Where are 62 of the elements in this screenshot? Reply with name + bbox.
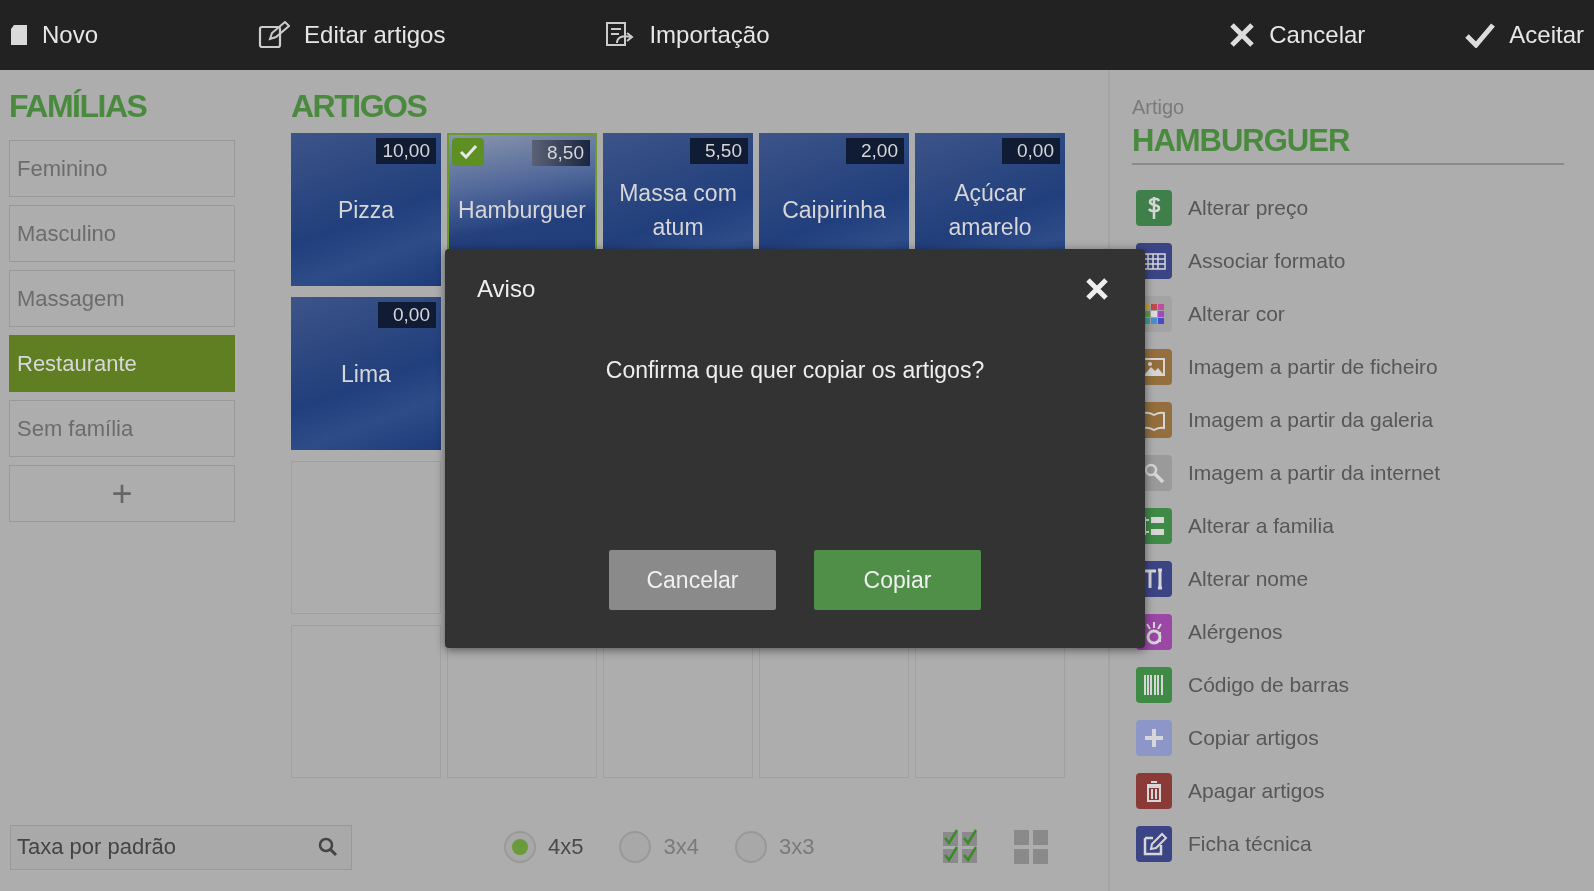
grid-icon — [1014, 830, 1049, 864]
edit-icon — [258, 21, 291, 49]
document-icon — [10, 24, 28, 46]
dollar-icon — [1136, 189, 1172, 226]
toolbar-button[interactable]: Importação — [605, 15, 770, 55]
price-tag: 0,00 — [378, 302, 436, 328]
action-link[interactable]: Alérgenos — [1188, 619, 1283, 644]
price-tag: 0,00 — [1002, 138, 1060, 164]
action-link[interactable]: Imagem a partir de ficheiro — [1188, 354, 1438, 379]
add-family-button[interactable]: + — [9, 465, 235, 522]
price-tag: 2,00 — [846, 138, 904, 164]
close-icon — [1085, 277, 1109, 301]
family-item[interactable]: Masculino — [9, 205, 235, 262]
trash-icon — [1136, 772, 1172, 809]
plus-icon — [1136, 719, 1172, 756]
family-item[interactable]: Sem família — [9, 400, 235, 457]
action-link[interactable]: Alterar preço — [1188, 195, 1309, 220]
section-title: FAMÍLIAS — [9, 87, 148, 126]
article-name: Massa com atum — [618, 178, 738, 242]
family-item[interactable]: Massagem — [9, 270, 235, 327]
toolbar-button[interactable]: Editar artigos — [258, 15, 446, 55]
action-link[interactable]: Alterar a familia — [1188, 513, 1334, 538]
item-title: HAMBURGUER — [1132, 119, 1564, 165]
action-link[interactable]: Associar formato — [1188, 248, 1346, 273]
article-name: Açúcar amarelo — [947, 178, 1033, 242]
article-name: Pizza — [336, 195, 396, 225]
toolbar-button[interactable]: Cancelar — [1229, 15, 1366, 55]
radio-label: 4x5 — [548, 834, 584, 860]
close-icon — [1229, 22, 1256, 48]
price-tag: 10,00 — [376, 138, 436, 164]
family-item[interactable]: Feminino — [9, 140, 235, 197]
action-link[interactable]: Ficha técnica — [1188, 831, 1312, 856]
article-name: Caipirinha — [781, 195, 887, 225]
cancel-button[interactable]: Cancelar — [609, 550, 776, 610]
action-link[interactable]: Imagem a partir da galeria — [1188, 407, 1434, 432]
copy-button[interactable]: Copiar — [814, 550, 981, 610]
radio-button[interactable] — [504, 831, 536, 863]
action-link[interactable]: Alterar nome — [1188, 566, 1309, 591]
article-name: Hamburguer — [457, 195, 587, 225]
action-link[interactable]: Apagar artigos — [1188, 778, 1325, 803]
check-icon — [1465, 22, 1496, 48]
tax-field[interactable]: Taxa por padrão — [10, 824, 352, 870]
barcode-icon — [1136, 666, 1172, 703]
dialog-message: Confirma que quer copiar os artigos? — [604, 357, 986, 384]
family-item[interactable]: Restaurante — [9, 335, 235, 392]
toolbar-button[interactable]: Aceitar — [1465, 15, 1584, 55]
toolbar-button[interactable]: Novo — [10, 15, 99, 55]
price-tag: 5,50 — [690, 138, 748, 164]
checkbox-icon — [452, 138, 484, 166]
article-tile[interactable]: 10,00 Pizza — [291, 133, 441, 286]
price-tag: 8,50 — [532, 140, 590, 166]
action-link[interactable]: Imagem a partir da internet — [1188, 460, 1441, 485]
action-link[interactable]: Alterar cor — [1188, 301, 1285, 326]
import-icon — [605, 21, 636, 49]
action-link[interactable]: Copiar artigos — [1188, 725, 1319, 750]
article-name: Lima — [340, 359, 392, 389]
section-title: ARTIGOS — [291, 87, 428, 126]
article-tile[interactable]: 0,00 Lima — [291, 297, 441, 450]
edit-icon — [1136, 825, 1172, 862]
search-icon — [318, 836, 338, 857]
action-link[interactable]: Código de barras — [1188, 672, 1350, 697]
select-all-icon — [942, 829, 979, 865]
